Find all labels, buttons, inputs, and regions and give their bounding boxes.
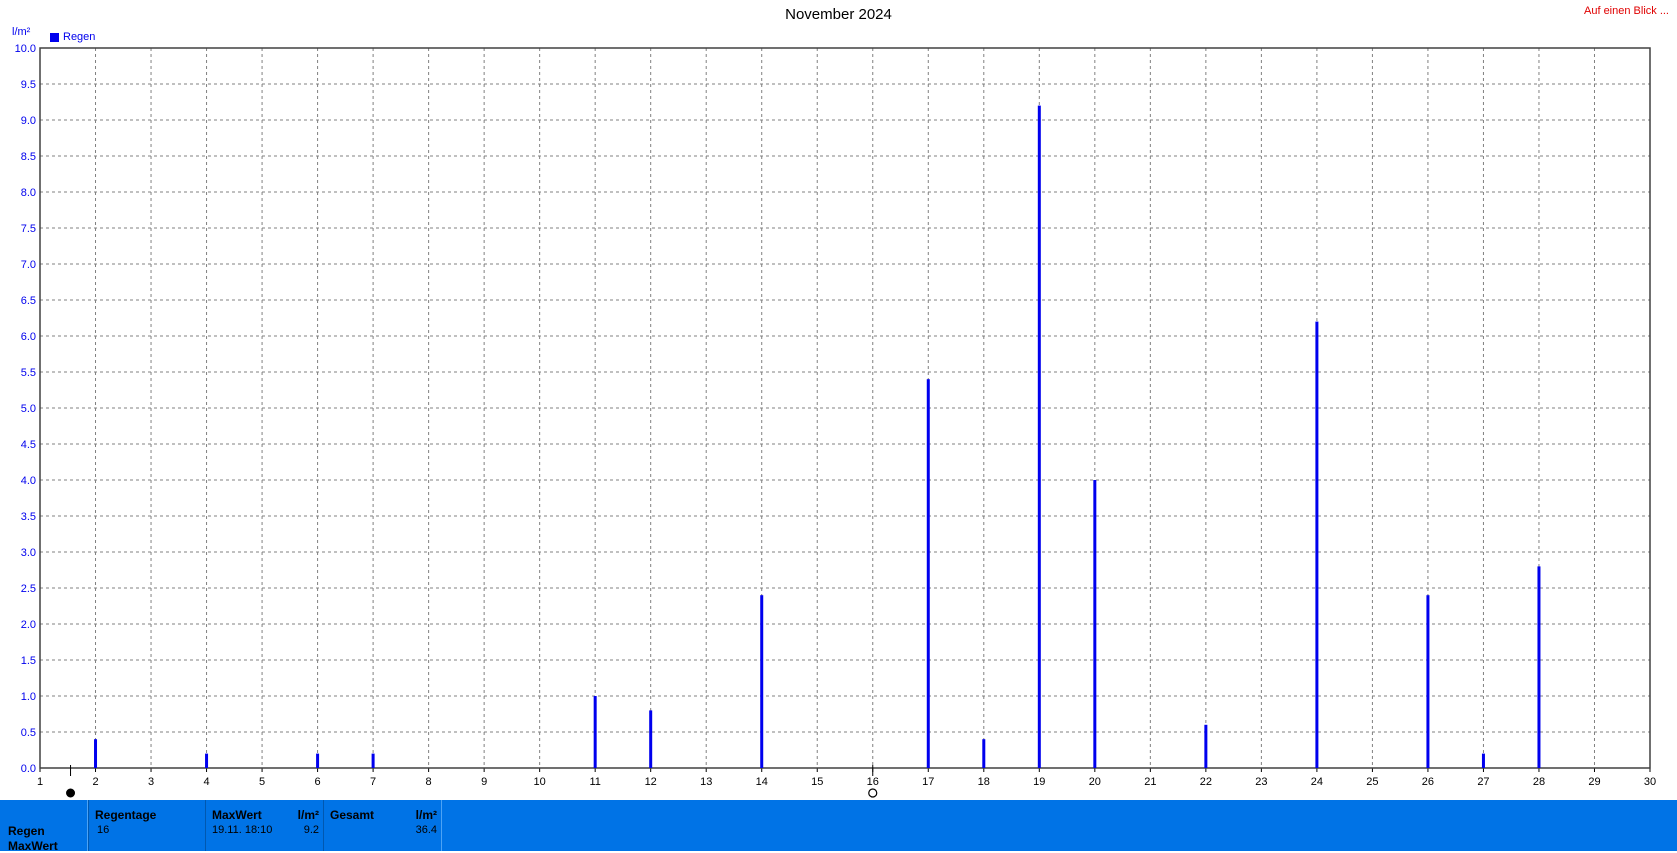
x-tick-label: 29 xyxy=(1588,776,1600,788)
x-tick-label: 30 xyxy=(1644,776,1656,788)
x-tick-label: 28 xyxy=(1533,776,1545,788)
y-tick-label: 2.0 xyxy=(21,619,36,631)
x-tick-label: 4 xyxy=(203,776,209,788)
y-tick-label: 4.0 xyxy=(21,475,36,487)
gesamt-value: 36.4 xyxy=(415,824,437,836)
y-tick-label: 5.5 xyxy=(21,367,36,379)
x-tick-label: 27 xyxy=(1477,776,1489,788)
x-tick-label: 22 xyxy=(1200,776,1212,788)
y-tick-label: 10.0 xyxy=(15,43,36,55)
x-tick-label: 3 xyxy=(148,776,154,788)
x-tick-label: 23 xyxy=(1255,776,1267,788)
x-tick-label: 20 xyxy=(1089,776,1101,788)
x-tick-label: 14 xyxy=(756,776,768,788)
y-tick-label: 2.5 xyxy=(21,583,36,595)
summary-table: Regen MaxWert Regentage 16 MaxWert l/m² … xyxy=(0,800,1677,853)
x-tick-label: 24 xyxy=(1311,776,1323,788)
summary-maxwert: MaxWert l/m² 19.11. 18:10 9.2 xyxy=(205,800,324,851)
x-tick-label: 15 xyxy=(811,776,823,788)
rain-bar xyxy=(1481,753,1485,768)
x-tick-label: 25 xyxy=(1366,776,1378,788)
y-tick-label: 7.5 xyxy=(21,223,36,235)
y-tick-label: 6.0 xyxy=(21,331,36,343)
marker-filled-circle xyxy=(66,788,76,798)
rain-bar xyxy=(1315,321,1319,768)
maxwert-value: 9.2 xyxy=(303,824,319,836)
gesamt-header: Gesamt xyxy=(330,808,375,822)
y-tick-label: 8.0 xyxy=(21,187,36,199)
regentage-header: Regentage xyxy=(95,808,157,822)
x-tick-label: 2 xyxy=(92,776,98,788)
row-label-regen: Regen xyxy=(8,824,45,838)
y-tick-label: 0.5 xyxy=(21,727,36,739)
x-tick-label: 19 xyxy=(1033,776,1045,788)
x-tick-label: 10 xyxy=(534,776,546,788)
rain-bar xyxy=(1037,105,1041,769)
x-tick-label: 13 xyxy=(700,776,712,788)
y-tick-label: 3.5 xyxy=(21,511,36,523)
rain-bar xyxy=(926,379,930,768)
rain-bar xyxy=(760,595,764,768)
x-tick-label: 21 xyxy=(1144,776,1156,788)
y-tick-label: 9.0 xyxy=(21,115,36,127)
y-tick-label: 8.5 xyxy=(21,151,36,163)
x-tick-label: 18 xyxy=(978,776,990,788)
y-tick-label: 9.5 xyxy=(21,79,36,91)
rain-bar xyxy=(649,710,653,768)
x-tick-label: 1 xyxy=(37,776,43,788)
x-tick-label: 16 xyxy=(867,776,879,788)
rain-bar xyxy=(316,753,320,768)
x-tick-label: 11 xyxy=(589,776,600,788)
rain-bar xyxy=(205,753,209,768)
rain-bar xyxy=(593,696,597,768)
maxwert-unit: l/m² xyxy=(297,808,319,822)
y-tick-label: 0.0 xyxy=(21,763,36,775)
x-tick-label: 9 xyxy=(481,776,487,788)
rain-bar xyxy=(1093,480,1097,768)
x-tick-label: 12 xyxy=(645,776,657,788)
summary-regentage: Regentage 16 xyxy=(88,800,206,851)
summary-row-labels: Regen MaxWert xyxy=(0,800,88,853)
gesamt-unit: l/m² xyxy=(415,808,437,822)
marker-open-circle xyxy=(868,788,878,798)
rain-bar xyxy=(1537,566,1541,768)
rain-bar xyxy=(1426,595,1430,768)
rain-bar xyxy=(94,739,98,768)
y-tick-label: 7.0 xyxy=(21,259,36,271)
rain-chart: 0.0 0.5 1.0 1.5 2.0 2.5 3.0 3.5 4.0 4.5 5.0 5.5 6.0 6… xyxy=(15,43,1656,798)
rain-bar xyxy=(371,753,375,768)
x-tick-label: 8 xyxy=(426,776,432,788)
x-tick-label: 5 xyxy=(259,776,265,788)
y-tick-label: 5.0 xyxy=(21,403,36,415)
rain-bar xyxy=(982,739,986,768)
y-tick-label: 1.5 xyxy=(21,655,36,667)
y-tick-label: 4.5 xyxy=(21,439,36,451)
x-tick-label: 26 xyxy=(1422,776,1434,788)
x-tick-label: 17 xyxy=(922,776,934,788)
y-tick-label: 3.0 xyxy=(21,547,36,559)
rain-bar xyxy=(1204,724,1208,768)
summary-gesamt: Gesamt l/m² 36.4 xyxy=(323,800,442,851)
x-tick-label: 6 xyxy=(315,776,321,788)
y-tick-label: 1.0 xyxy=(21,691,36,703)
maxwert-header: MaxWert xyxy=(212,808,262,822)
x-tick-label: 7 xyxy=(370,776,376,788)
maxwert-datetime: 19.11. 18:10 xyxy=(212,824,273,836)
y-tick-label: 6.5 xyxy=(21,295,36,307)
regentage-value: 16 xyxy=(97,824,110,836)
